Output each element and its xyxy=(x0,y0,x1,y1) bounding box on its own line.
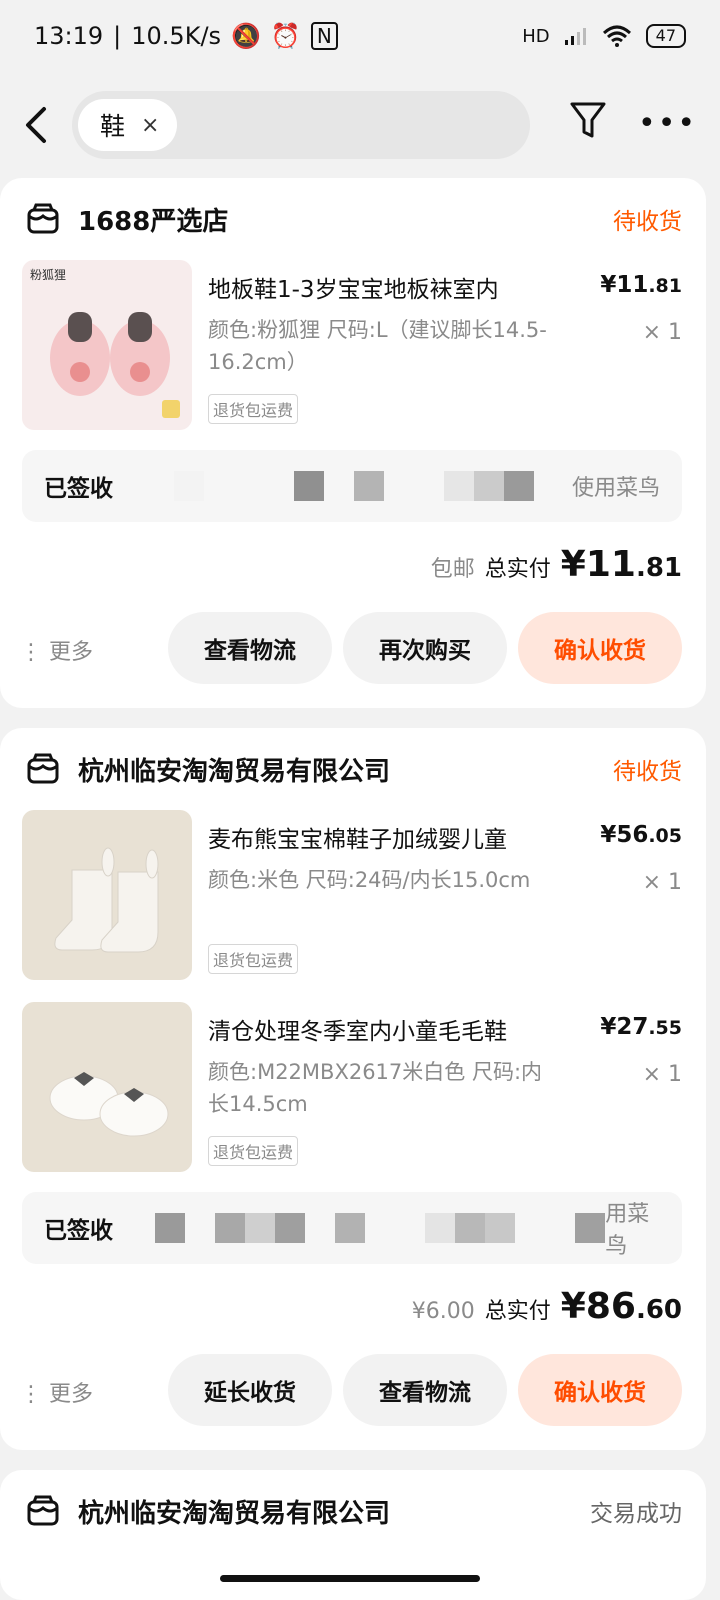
order-card: 1688严选店 待收货 粉狐狸 地板鞋1-3岁宝宝地板袜室内 颜色:粉狐狸 尺码… xyxy=(0,178,706,708)
order-status: 待收货 xyxy=(613,759,682,785)
status-divider: | xyxy=(113,22,122,50)
shop-icon xyxy=(27,203,59,234)
product-price: ¥56.05 xyxy=(600,822,682,848)
action-row: ⋮ 更多 查看物流 再次购买 确认收货 xyxy=(20,612,682,684)
filter-button[interactable] xyxy=(568,98,616,150)
buy-again-button[interactable]: 再次购买 xyxy=(343,612,507,684)
shop-icon xyxy=(27,1495,59,1526)
confirm-receipt-button[interactable]: 确认收货 xyxy=(518,612,682,684)
logistics-status: 已签收 xyxy=(44,476,113,502)
product-title: 清仓处理冬季室内小童毛毛鞋 xyxy=(208,1019,507,1045)
order-item[interactable]: 麦布熊宝宝棉鞋子加绒婴儿童 颜色:米色 尺码:24码/内长15.0cm 退货包运… xyxy=(22,810,682,980)
product-spec: 颜色:米色 尺码:24码/内长15.0cm xyxy=(208,868,531,892)
shop-row[interactable]: 杭州临安淘淘贸易有限公司 交易成功 xyxy=(26,1488,682,1534)
status-bar: 13:19 | 10.5K/s 🔕 ⏰ N HD 47 xyxy=(0,0,720,72)
status-right: HD 47 xyxy=(522,24,686,48)
product-quantity: × 1 xyxy=(642,1062,682,1087)
shipping-fee: ¥6.00 xyxy=(411,1299,475,1324)
shop-name[interactable]: 1688严选店 xyxy=(78,201,613,238)
battery-indicator: 47 xyxy=(645,24,686,48)
logistics-status: 已签收 xyxy=(44,1218,113,1244)
mute-icon: 🔕 xyxy=(231,22,261,50)
redacted-tracking-info xyxy=(174,471,534,501)
search-chip-label: 鞋 xyxy=(100,112,126,141)
view-logistics-button[interactable]: 查看物流 xyxy=(343,1354,507,1426)
product-thumbnail[interactable]: 粉狐狸 xyxy=(22,260,192,430)
action-row: ⋮ 更多 延长收货 查看物流 确认收货 xyxy=(20,1354,682,1426)
product-quantity: × 1 xyxy=(642,870,682,895)
top-bar: 鞋 × ••• xyxy=(0,88,720,162)
total-amount: ¥11.81 xyxy=(560,544,682,585)
product-price: ¥11.81 xyxy=(600,272,682,298)
search-box[interactable]: 鞋 × xyxy=(72,91,530,159)
shipping-note: 包邮 xyxy=(430,557,475,582)
return-shipping-tag: 退货包运费 xyxy=(208,944,299,974)
order-item[interactable]: 粉狐狸 地板鞋1-3岁宝宝地板袜室内 颜色:粉狐狸 尺码:L（建议脚长14.5-… xyxy=(22,260,682,430)
thumbnail-label: 粉狐狸 xyxy=(30,268,67,282)
product-spec: 颜色:M22MBX2617米白色 尺码:内长14.5cm xyxy=(208,1060,543,1116)
product-title: 地板鞋1-3岁宝宝地板袜室内 xyxy=(208,277,499,303)
status-time: 13:19 xyxy=(34,22,104,50)
wifi-icon xyxy=(602,25,631,47)
hd-signal-icon: HD xyxy=(522,25,550,47)
shop-name[interactable]: 杭州临安淘淘贸易有限公司 xyxy=(78,751,613,788)
back-button[interactable] xyxy=(0,88,72,162)
return-shipping-tag: 退货包运费 xyxy=(208,394,299,424)
home-indicator[interactable] xyxy=(220,1575,480,1582)
return-shipping-tag: 退货包运费 xyxy=(208,1136,299,1166)
status-left: 13:19 | 10.5K/s 🔕 ⏰ N xyxy=(34,22,338,50)
logistics-carrier: 使用菜鸟 xyxy=(571,476,660,501)
nfc-icon: N xyxy=(310,22,338,50)
total-label: 总实付 xyxy=(484,1299,551,1324)
shop-name[interactable]: 杭州临安淘淘贸易有限公司 xyxy=(78,1493,590,1530)
shop-row[interactable]: 杭州临安淘淘贸易有限公司 待收货 xyxy=(26,746,682,792)
product-quantity: × 1 xyxy=(642,320,682,345)
filter-icon xyxy=(570,102,606,138)
view-logistics-button[interactable]: 查看物流 xyxy=(168,612,332,684)
logistics-carrier: 用菜鸟 xyxy=(605,1202,650,1259)
logistics-row[interactable]: 已签收 用菜鸟 xyxy=(22,1192,682,1264)
product-price: ¥27.55 xyxy=(600,1014,682,1040)
order-item[interactable]: 清仓处理冬季室内小童毛毛鞋 颜色:M22MBX2617米白色 尺码:内长14.5… xyxy=(22,1002,682,1172)
more-options-icon[interactable]: ••• xyxy=(638,106,697,141)
product-spec: 颜色:粉狐狸 尺码:L（建议脚长14.5-16.2cm） xyxy=(208,318,547,374)
shop-row[interactable]: 1688严选店 待收货 xyxy=(26,196,682,242)
network-speed: 10.5K/s xyxy=(131,22,222,50)
signal-icon xyxy=(564,28,586,45)
redacted-tracking-info xyxy=(155,1213,606,1243)
slipper-image xyxy=(50,312,180,418)
alarm-icon: ⏰ xyxy=(270,22,301,50)
fluffy-shoes-image xyxy=(49,1072,169,1137)
product-title: 麦布熊宝宝棉鞋子加绒婴儿童 xyxy=(208,827,507,853)
product-thumbnail[interactable] xyxy=(22,1002,192,1172)
order-status: 待收货 xyxy=(613,209,682,235)
total-amount: ¥86.60 xyxy=(560,1286,682,1327)
extend-receipt-button[interactable]: 延长收货 xyxy=(168,1354,332,1426)
total-label: 总实付 xyxy=(484,557,551,582)
order-total: ¥6.00 总实付 ¥86.60 xyxy=(412,1286,682,1330)
search-chip[interactable]: 鞋 × xyxy=(78,99,178,151)
logistics-row[interactable]: 已签收 使用菜鸟 xyxy=(22,450,682,522)
product-thumbnail[interactable] xyxy=(22,810,192,980)
more-link[interactable]: ⋮ 更多 xyxy=(20,1376,93,1408)
order-card: 杭州临安淘淘贸易有限公司 待收货 麦布熊宝宝棉鞋子加绒婴儿童 颜色:米色 尺码:… xyxy=(0,728,706,1450)
back-arrow-icon xyxy=(26,107,46,143)
more-link[interactable]: ⋮ 更多 xyxy=(20,634,93,666)
order-status: 交易成功 xyxy=(590,1501,682,1527)
chip-close-icon[interactable]: × xyxy=(141,113,159,138)
boots-image xyxy=(54,847,159,953)
shop-icon xyxy=(27,753,59,784)
confirm-receipt-button[interactable]: 确认收货 xyxy=(518,1354,682,1426)
order-total: 包邮 总实付 ¥11.81 xyxy=(431,544,682,588)
